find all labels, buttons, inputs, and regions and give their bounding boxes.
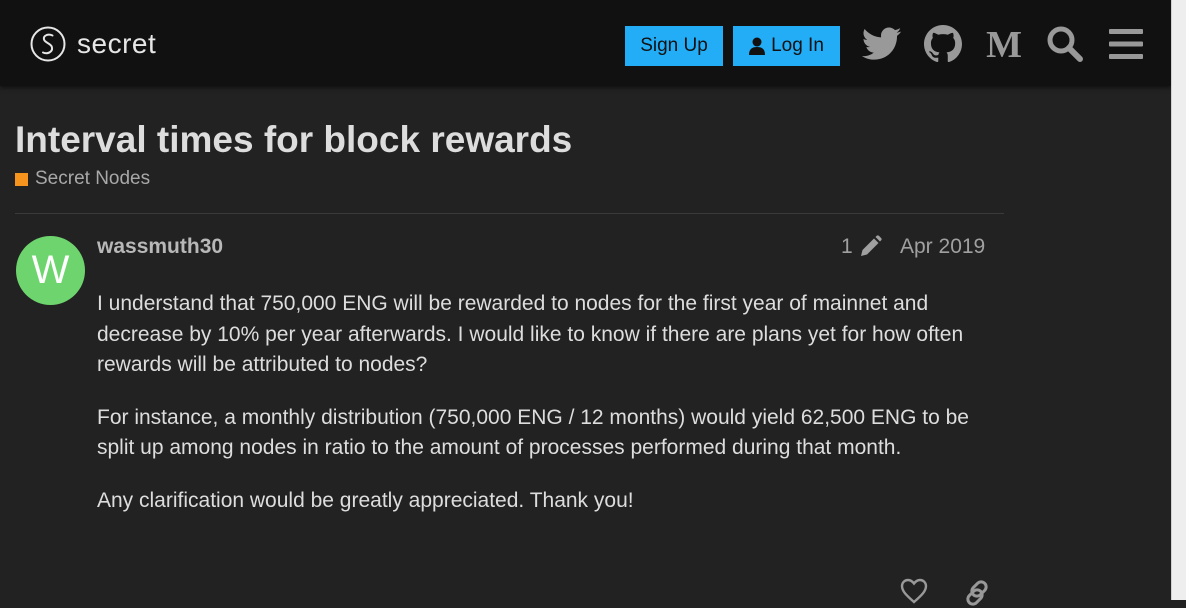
svg-text:M: M (986, 27, 1022, 61)
scrollbar[interactable] (1171, 0, 1186, 600)
topic-category[interactable]: Secret Nodes (15, 168, 150, 190)
topic-divider (15, 213, 1004, 214)
log-in-button[interactable]: Log In (733, 26, 840, 66)
category-name: Secret Nodes (35, 168, 151, 189)
avatar[interactable]: W (16, 236, 85, 305)
category-color-swatch (15, 172, 28, 186)
post-body: I understand that 750,000 ENG will be re… (97, 289, 992, 538)
secret-logo-icon (30, 26, 66, 62)
like-button[interactable] (899, 578, 929, 608)
github-icon (924, 25, 962, 63)
medium-link[interactable]: M (982, 22, 1026, 66)
post-paragraph: I understand that 750,000 ENG will be re… (97, 292, 964, 376)
twitter-icon (862, 27, 902, 60)
user-icon (749, 37, 766, 55)
logo-text: secret (77, 28, 157, 59)
post-username[interactable]: wassmuth30 (97, 235, 223, 259)
site-header: secret Sign Up Log In M (0, 0, 1171, 86)
post-paragraph: For instance, a monthly distribution (75… (97, 405, 969, 460)
edit-history-button[interactable]: 1 (841, 235, 883, 259)
heart-icon (900, 578, 928, 604)
github-link[interactable] (921, 22, 965, 66)
sign-up-button[interactable]: Sign Up (625, 26, 723, 66)
medium-icon: M (986, 27, 1022, 61)
edit-count: 1 (841, 235, 853, 258)
link-icon (966, 580, 988, 606)
share-link-button[interactable] (962, 578, 992, 608)
twitter-link[interactable] (860, 22, 904, 66)
topic-title[interactable]: Interval times for block rewards (15, 119, 572, 161)
search-icon (1047, 26, 1083, 62)
post-paragraph: Any clarification would be greatly appre… (97, 488, 634, 512)
pencil-icon (860, 235, 882, 256)
menu-button[interactable] (1104, 22, 1148, 66)
hamburger-menu-icon (1109, 29, 1143, 59)
search-button[interactable] (1043, 22, 1087, 66)
post-date[interactable]: Apr 2019 (900, 235, 985, 259)
site-logo[interactable]: secret (30, 24, 156, 64)
log-in-label: Log In (771, 35, 824, 56)
